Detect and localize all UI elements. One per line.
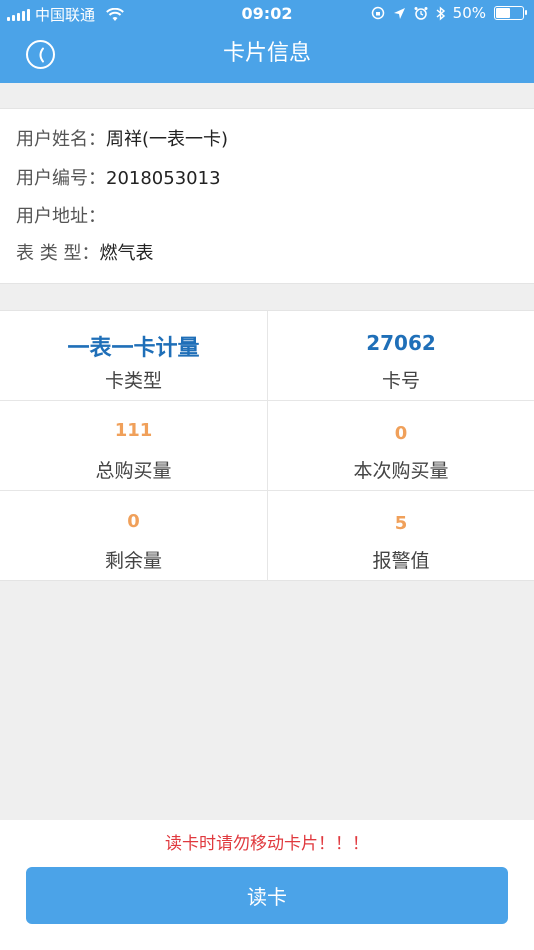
status-right: 50%: [371, 4, 527, 22]
alarm-threshold-label: 报警值: [372, 550, 430, 572]
card-type-cell: 一表一卡计量 卡类型: [0, 311, 267, 401]
card-number-cell: 27062 卡号: [267, 311, 534, 401]
remaining-cell: 0 剩余量: [0, 491, 267, 581]
battery-level: [496, 8, 510, 18]
user-number-value: 2018053013: [106, 168, 221, 189]
meter-type-label: 表 类 型：: [16, 243, 100, 264]
user-number-row: 用户编号： 2018053013: [16, 167, 221, 191]
current-purchase-label: 本次购买量: [353, 460, 449, 482]
card-type-value: 一表一卡计量: [67, 336, 200, 361]
user-name-value: 周祥(一表一卡): [106, 129, 229, 150]
total-purchase-value: 111: [114, 420, 153, 441]
meter-type-value: 燃气表: [99, 243, 154, 264]
card-type-label: 卡类型: [104, 370, 162, 392]
status-bar: 中国联通 09:02 50%: [0, 0, 534, 28]
page-title: 卡片信息: [222, 41, 311, 66]
total-purchase-cell: 111 总购买量: [0, 401, 267, 491]
battery-percent: 50%: [452, 4, 486, 22]
user-number-label: 用户编号：: [16, 168, 106, 189]
meter-type-row: 表 类 型： 燃气表: [16, 242, 153, 266]
read-card-button[interactable]: 读卡: [26, 867, 508, 924]
alarm-threshold-value: 5: [394, 513, 408, 534]
bluetooth-icon: [436, 5, 445, 21]
card-number-value: 27062: [366, 331, 436, 355]
rotation-lock-icon: [371, 6, 384, 20]
user-name-label: 用户姓名：: [16, 129, 106, 150]
user-info-panel: 用户姓名： 周祥(一表一卡) 用户编号： 2018053013 用户地址： 表 …: [0, 108, 534, 284]
remaining-label: 剩余量: [104, 550, 162, 572]
card-info-grid: 一表一卡计量 卡类型 27062 卡号 111 总购买量 0 本次购买量 0 剩…: [0, 310, 534, 581]
footer: 读卡时请勿移动卡片！！！ 读卡: [0, 820, 534, 950]
user-address-row: 用户地址：: [16, 205, 106, 229]
location-icon: [393, 7, 405, 19]
battery-icon: [494, 6, 527, 20]
alarm-value-cell: 5 报警值: [267, 491, 534, 581]
current-purchase-value: 0: [394, 423, 408, 444]
user-address-label: 用户地址：: [16, 206, 106, 227]
total-purchase-label: 总购买量: [95, 460, 172, 482]
remaining-value: 0: [127, 511, 140, 532]
user-name-row: 用户姓名： 周祥(一表一卡): [16, 128, 228, 152]
current-purchase-cell: 0 本次购买量: [267, 401, 534, 491]
read-warning-text: 读卡时请勿移动卡片！！！: [165, 834, 369, 854]
card-number-label: 卡号: [381, 370, 420, 392]
alarm-icon: [414, 7, 428, 20]
